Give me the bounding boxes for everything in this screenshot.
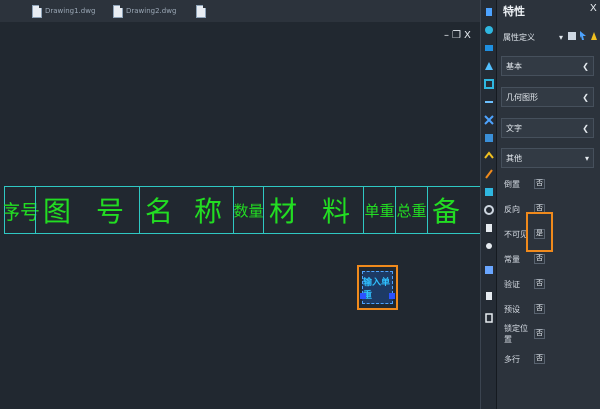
array-icon[interactable] <box>483 222 495 234</box>
section-label: 其他 <box>506 153 522 163</box>
table-cell[interactable]: 备 注 <box>427 186 480 234</box>
close-drawing-button[interactable]: X <box>464 30 471 41</box>
table-cell[interactable]: 数量 <box>233 186 264 234</box>
new-document-tab[interactable] <box>196 2 206 20</box>
section-geometry[interactable]: 几何图形 ❮ <box>501 87 594 107</box>
property-name: 验证 <box>504 279 520 289</box>
section-text[interactable]: 文字 ❮ <box>501 118 594 138</box>
restore-button[interactable]: ❐ <box>452 30 461 41</box>
minimize-button[interactable]: – <box>444 30 449 41</box>
properties-panel: 特性 X 属性定义 ▾ 基本 ❮ 几何图形 ❮ 文字 ❮ 其他 ▾ 倒置 否 反… <box>496 0 600 409</box>
panel-title: 特性 <box>503 6 525 18</box>
grip-handle[interactable] <box>389 293 395 299</box>
property-name: 多行 <box>504 354 520 364</box>
section-basic[interactable]: 基本 ❮ <box>501 56 594 76</box>
property-name: 锁定位置 <box>504 324 528 344</box>
move-icon[interactable] <box>483 6 495 18</box>
drawing-file-icon <box>32 4 42 18</box>
table-cell[interactable]: 图 号 <box>35 186 140 234</box>
stretch-icon[interactable] <box>483 96 495 108</box>
mirror-icon[interactable] <box>483 60 495 72</box>
copy-icon[interactable] <box>483 24 495 36</box>
section-label: 几何图形 <box>506 92 538 102</box>
object-type-value: 属性定义 <box>503 32 535 42</box>
document-tab-1[interactable]: Drawing1.dwg <box>32 2 95 20</box>
break-icon[interactable] <box>483 150 495 162</box>
offset-icon[interactable] <box>483 240 495 252</box>
chevron-down-icon: ▾ <box>558 32 563 42</box>
trim-icon[interactable] <box>483 114 495 126</box>
list-icon[interactable] <box>483 312 495 324</box>
rotate-icon[interactable] <box>483 42 495 54</box>
chevron-left-icon: ❮ <box>582 61 589 71</box>
property-row[interactable]: 预设 否 <box>501 297 594 321</box>
panel-close-button[interactable]: X <box>590 3 597 14</box>
table-cell[interactable]: 材 料 <box>263 186 364 234</box>
property-value[interactable]: 否 <box>534 279 545 289</box>
quick-select-icon[interactable] <box>589 30 599 42</box>
fillet-icon[interactable] <box>483 186 495 198</box>
property-value[interactable]: 否 <box>534 304 545 314</box>
table-cell[interactable]: 名 称 <box>139 186 234 234</box>
explode-icon[interactable] <box>483 204 495 216</box>
section-label: 文字 <box>506 123 522 133</box>
object-type-select[interactable]: 属性定义 ▾ <box>501 28 565 46</box>
properties-icon[interactable] <box>483 290 495 302</box>
property-row[interactable]: 锁定位置 否 <box>501 322 594 346</box>
chevron-down-icon: ▾ <box>584 153 589 163</box>
scale-icon[interactable] <box>483 78 495 90</box>
document-tab-bar: Drawing1.dwg Drawing2.dwg <box>0 0 480 22</box>
new-file-icon <box>196 4 206 18</box>
property-name: 常量 <box>504 254 520 264</box>
toggle-pickadd-icon[interactable] <box>567 30 577 42</box>
selected-attribute-highlight[interactable]: 输入单重 <box>357 265 398 310</box>
chamfer-icon[interactable] <box>483 168 495 180</box>
tab-label: Drawing1.dwg <box>45 7 96 15</box>
property-row[interactable]: 验证 否 <box>501 272 594 296</box>
invisible-property-highlight <box>526 212 553 252</box>
chevron-left-icon: ❮ <box>582 92 589 102</box>
extend-icon[interactable] <box>483 132 495 144</box>
property-value[interactable]: 否 <box>534 329 545 339</box>
layer-icon[interactable] <box>483 264 495 276</box>
title-block-table[interactable]: 序号 图 号 名 称 数量 材 料 单重 总重 备 注 <box>4 186 480 236</box>
select-objects-icon[interactable] <box>578 30 588 42</box>
table-cell[interactable]: 总重 <box>395 186 428 234</box>
attribute-definition-text[interactable]: 输入单重 <box>362 271 393 304</box>
table-cell[interactable]: 序号 <box>4 186 40 234</box>
property-value[interactable]: 否 <box>534 179 545 189</box>
grip-handle[interactable] <box>360 293 366 299</box>
table-cell[interactable]: 单重 <box>363 186 396 234</box>
property-row[interactable]: 多行 否 <box>501 347 594 371</box>
chevron-left-icon: ❮ <box>582 123 589 133</box>
section-other[interactable]: 其他 ▾ <box>501 148 594 168</box>
document-tab-2[interactable]: Drawing2.dwg <box>113 2 176 20</box>
tool-palette-strip <box>480 0 497 409</box>
property-name: 倒置 <box>504 179 520 189</box>
property-value[interactable]: 否 <box>534 254 545 264</box>
property-value[interactable]: 否 <box>534 354 545 364</box>
drawing-window-controls: – ❐ X <box>444 30 471 41</box>
drawing-file-icon <box>113 4 123 18</box>
tab-label: Drawing2.dwg <box>126 7 177 15</box>
section-label: 基本 <box>506 61 522 71</box>
property-row[interactable]: 倒置 否 <box>501 172 594 196</box>
property-name: 预设 <box>504 304 520 314</box>
